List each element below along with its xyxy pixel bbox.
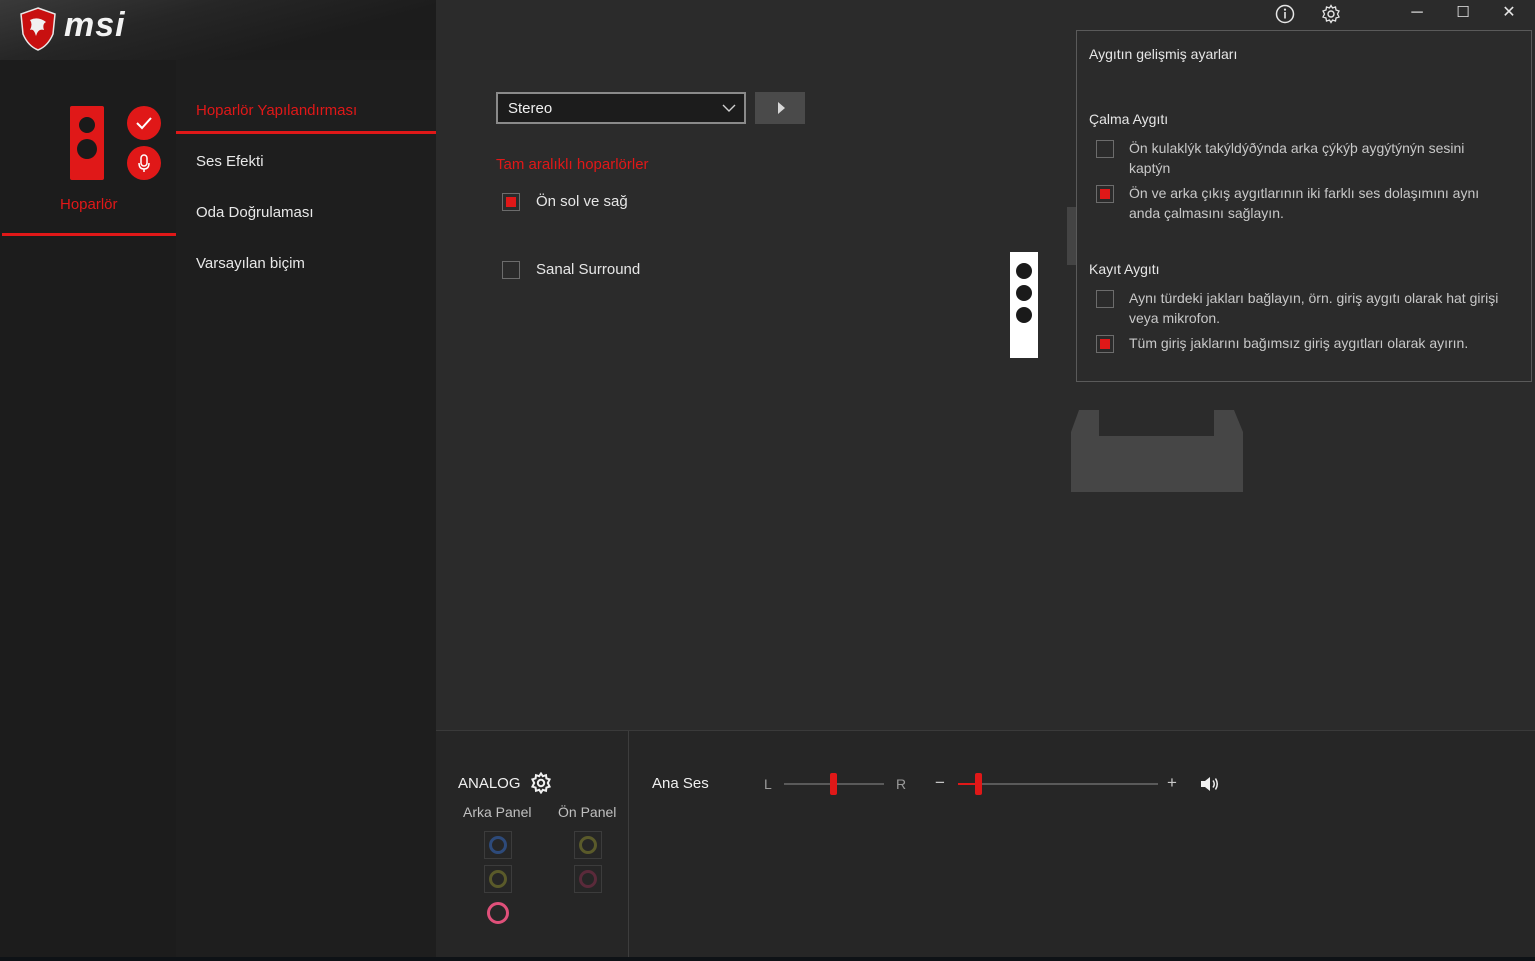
playback-device-title: Çalma Aygıtı	[1089, 111, 1169, 127]
volume-slider[interactable]	[958, 783, 1158, 785]
front-panel-label: Ön Panel	[558, 804, 617, 820]
footer-strip	[0, 957, 1535, 961]
recording-device-title: Kayıt Aygıtı	[1089, 261, 1160, 277]
test-play-button[interactable]	[755, 92, 805, 124]
front-left-right-label: Ön sol ve sağ	[536, 193, 628, 210]
rear-panel-label: Arka Panel	[463, 804, 532, 820]
checkmark-icon	[127, 106, 161, 140]
rear-jack-blue[interactable]	[484, 831, 512, 859]
volume-down-button[interactable]: −	[935, 773, 945, 793]
balance-left-label: L	[764, 776, 772, 792]
device-active-indicator	[2, 233, 176, 236]
analog-settings-gear-icon[interactable]	[530, 771, 552, 795]
front-left-right-checkbox[interactable]	[502, 193, 520, 211]
rear-mute-checkbox[interactable]	[1096, 140, 1114, 158]
maximize-button[interactable]: ☐	[1445, 2, 1481, 24]
nav-item-speaker-config[interactable]: Hoparlör Yapılandırması	[196, 102, 357, 119]
volume-slider-thumb[interactable]	[975, 773, 982, 795]
popup-title: Aygıtın gelişmiş ayarları	[1089, 46, 1238, 62]
virtual-surround-label: Sanal Surround	[536, 261, 641, 278]
multistream-playback-label: Ön ve arka çıkış aygıtlarının iki farklı…	[1129, 185, 1480, 221]
master-volume-label: Ana Ses	[652, 775, 709, 792]
rear-mute-label: Ön kulaklýk takýldýðýnda arka çýkýþ aygý…	[1129, 140, 1465, 176]
nav-active-indicator	[176, 131, 436, 134]
rear-jack-olive[interactable]	[484, 865, 512, 893]
close-button[interactable]: ✕	[1491, 2, 1527, 24]
listener-seat-icon	[1071, 410, 1243, 492]
front-jack-olive[interactable]	[574, 831, 602, 859]
minimize-button[interactable]: ─	[1399, 2, 1435, 24]
separate-inputs-label: Tüm giriş jaklarını bağımsız giriş aygıt…	[1129, 335, 1469, 351]
tie-jacks-checkbox[interactable]	[1096, 290, 1114, 308]
bottom-divider	[628, 731, 629, 957]
speaker-visual-icon	[1010, 252, 1038, 358]
nav-item-room-correction[interactable]: Oda Doğrulaması	[196, 204, 314, 221]
volume-up-button[interactable]: +	[1167, 773, 1177, 793]
multistream-playback-checkbox[interactable]	[1096, 185, 1114, 203]
scroll-handle	[1067, 207, 1076, 265]
tie-jacks-label: Aynı türdeki jakları bağlayın, örn. giri…	[1129, 290, 1499, 326]
speaker-volume-icon[interactable]	[1199, 775, 1221, 793]
separate-inputs-checkbox[interactable]	[1096, 335, 1114, 353]
microphone-icon[interactable]	[127, 146, 161, 180]
nav-item-default-format[interactable]: Varsayılan biçim	[196, 255, 305, 272]
info-icon[interactable]	[1275, 4, 1295, 24]
device-label: Hoparlör	[60, 196, 118, 213]
nav-item-sound-effect[interactable]: Ses Efekti	[196, 153, 264, 170]
chevron-down-icon	[722, 104, 736, 112]
front-jack-maroon[interactable]	[574, 865, 602, 893]
virtual-surround-checkbox[interactable]	[502, 261, 520, 279]
analog-title: ANALOG	[458, 775, 521, 792]
full-range-speakers-title: Tam aralıklı hoparlörler	[496, 156, 649, 173]
msi-dragon-logo-icon	[18, 6, 58, 52]
speaker-device-icon[interactable]	[70, 106, 104, 180]
advanced-settings-popup: Aygıtın gelişmiş ayarları Çalma Aygıtı Ö…	[1076, 30, 1532, 382]
brand-wordmark: msi	[64, 6, 126, 44]
balance-right-label: R	[896, 776, 907, 792]
speaker-config-select[interactable]: Stereo	[496, 92, 746, 124]
settings-gear-icon[interactable]	[1321, 4, 1341, 24]
balance-slider-thumb[interactable]	[830, 773, 837, 795]
nav-panel	[176, 60, 436, 957]
rear-jack-pink-active[interactable]	[487, 902, 509, 924]
speaker-config-value: Stereo	[508, 100, 553, 117]
play-icon	[778, 102, 785, 114]
